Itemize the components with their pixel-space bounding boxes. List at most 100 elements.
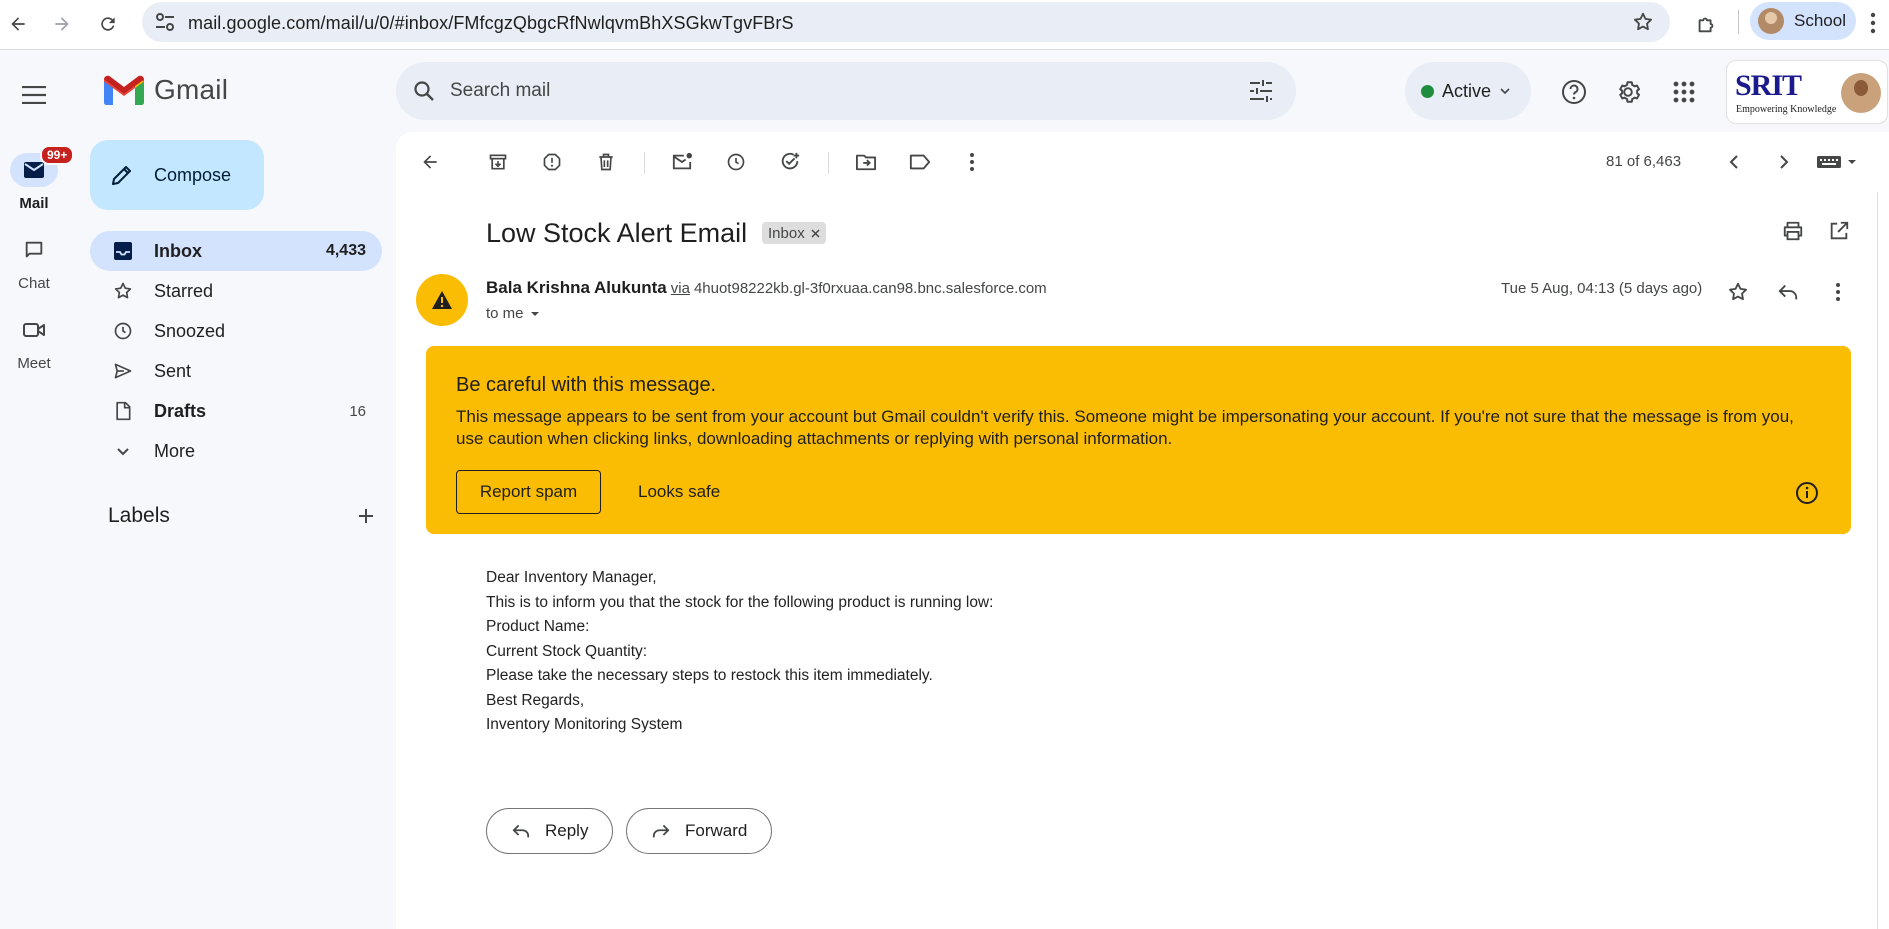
folder-label: Snoozed	[154, 320, 226, 341]
profile-avatar	[1758, 8, 1784, 34]
search-options-icon[interactable]	[1248, 79, 1274, 103]
back-icon[interactable]	[2, 8, 34, 40]
mark-unread-icon[interactable]	[664, 144, 700, 180]
unread-badge: 99+	[40, 145, 75, 165]
chevron-down-icon	[1500, 88, 1510, 95]
folder-more[interactable]: More	[90, 431, 382, 471]
profile-name: School	[1794, 11, 1846, 30]
folder-label: Starred	[154, 280, 214, 301]
body-line: Product Name:	[486, 618, 590, 635]
scrollbar[interactable]	[1877, 192, 1889, 929]
sender-name[interactable]: Bala Krishna Alukunta	[486, 278, 667, 297]
sender-warning-avatar	[416, 274, 468, 326]
older-chevron-right-icon[interactable]	[1766, 144, 1802, 180]
folder-sent[interactable]: Sent	[90, 351, 382, 391]
remove-label-icon[interactable]	[811, 228, 820, 238]
search-icon[interactable]	[412, 79, 436, 103]
add-label-icon[interactable]	[356, 506, 376, 526]
browser-menu-icon[interactable]	[1870, 12, 1876, 34]
back-to-inbox-icon[interactable]	[412, 144, 448, 180]
rail-mail[interactable]: 99+ Mail	[0, 145, 75, 212]
reply-icon[interactable]	[1770, 274, 1806, 310]
message-pane: 81 of 6,463 Low Stock Alert Email Inbox …	[396, 132, 1889, 929]
help-icon[interactable]	[1554, 72, 1594, 112]
app-rail: 99+ Mail Chat Meet	[0, 51, 76, 929]
search-input[interactable]	[450, 76, 1210, 106]
compose-button[interactable]: Compose	[90, 140, 264, 210]
archive-icon[interactable]	[480, 144, 516, 180]
extensions-icon[interactable]	[1690, 8, 1722, 40]
reload-icon[interactable]	[92, 8, 124, 40]
profile-button[interactable]: School	[1750, 2, 1856, 40]
reply-button[interactable]: Reply	[486, 808, 614, 854]
brand-tagline: Empowering Knowledge	[1736, 104, 1837, 115]
delete-icon[interactable]	[588, 144, 624, 180]
mail-icon	[24, 162, 44, 178]
rail-mail-label: Mail	[19, 195, 49, 212]
folder-inbox[interactable]: Inbox 4,433	[90, 231, 382, 271]
apps-grid-icon[interactable]	[1664, 72, 1704, 112]
folder-label: Inbox	[154, 240, 202, 261]
forward-button[interactable]: Forward	[626, 808, 773, 854]
folder-count: 16	[349, 402, 366, 420]
gmail-wordmark: Gmail	[154, 74, 229, 105]
star-icon	[112, 280, 134, 302]
print-icon[interactable]	[1782, 220, 1804, 242]
report-spam-icon[interactable]	[534, 144, 570, 180]
status-button[interactable]: Active	[1405, 62, 1531, 120]
pencil-icon	[112, 166, 131, 185]
draft-icon	[112, 400, 134, 422]
newer-chevron-left-icon[interactable]	[1716, 144, 1752, 180]
security-warning-banner: Be careful with this message. This messa…	[426, 346, 1851, 534]
address-bar[interactable]: mail.google.com/mail/u/0/#inbox/FMfcgzQb…	[142, 2, 1670, 42]
browser-toolbar: mail.google.com/mail/u/0/#inbox/FMfcgzQb…	[0, 0, 1889, 50]
message-more-icon[interactable]	[1820, 274, 1856, 310]
pagination-count: 81 of 6,463	[1606, 153, 1682, 170]
email-subject: Low Stock Alert Email	[486, 218, 748, 248]
report-spam-button[interactable]: Report spam	[456, 470, 601, 514]
warning-title: Be careful with this message.	[456, 374, 717, 396]
chevron-down-icon	[112, 440, 134, 462]
body-line: Best Regards,	[486, 691, 585, 709]
snooze-icon[interactable]	[718, 144, 754, 180]
input-tools-keyboard-icon[interactable]	[1808, 144, 1868, 180]
folder-drafts[interactable]: Drafts 16	[90, 391, 382, 431]
sender-address: 4huot98222kb.gl-3f0rxuaa.can98.bnc.sales…	[693, 280, 1047, 297]
body-line: Current Stock Quantity:	[486, 642, 648, 660]
recipient-text: to me	[486, 305, 524, 322]
account-brand-button[interactable]: SRIT Empowering Knowledge	[1726, 60, 1888, 124]
rail-meet[interactable]: Meet	[0, 313, 68, 372]
forward-label: Forward	[685, 821, 748, 840]
folder-label: Drafts	[154, 400, 207, 421]
via-link[interactable]: via	[671, 280, 690, 297]
star-message-icon[interactable]	[1720, 274, 1756, 310]
rail-chat[interactable]: Chat	[0, 233, 68, 292]
warning-text: This message appears to be sent from you…	[456, 407, 1794, 448]
brand-logo: SRIT	[1735, 69, 1802, 102]
info-icon[interactable]	[1795, 481, 1819, 505]
recipient-details[interactable]: to me	[486, 305, 542, 322]
folder-label: Sent	[154, 360, 192, 381]
move-to-icon[interactable]	[848, 144, 884, 180]
add-to-tasks-icon[interactable]	[772, 144, 808, 180]
status-label: Active	[1442, 80, 1492, 101]
forward-icon[interactable]	[46, 8, 78, 40]
email-body: Dear Inventory Manager, This is to infor…	[486, 566, 993, 738]
rail-meet-label: Meet	[17, 355, 51, 372]
settings-gear-icon[interactable]	[1608, 72, 1648, 112]
message-toolbar: 81 of 6,463	[396, 132, 1889, 192]
sender-line: Bala Krishna Alukunta via 4huot98222kb.gl-…	[486, 278, 1047, 298]
site-settings-icon[interactable]	[152, 11, 178, 33]
looks-safe-button[interactable]: Looks safe	[638, 470, 720, 514]
folder-snoozed[interactable]: Snoozed	[90, 311, 382, 351]
more-actions-icon[interactable]	[954, 144, 990, 180]
search-bar[interactable]	[396, 62, 1296, 120]
folder-starred[interactable]: Starred	[90, 271, 382, 311]
gmail-logo[interactable]: Gmail	[104, 74, 228, 106]
status-dot	[1421, 84, 1434, 98]
folder-list: Inbox 4,433 Starred Snoozed Sent Drafts …	[90, 231, 382, 471]
label-icon[interactable]	[902, 144, 938, 180]
main-menu-icon[interactable]	[14, 75, 54, 115]
open-in-new-window-icon[interactable]	[1828, 220, 1850, 242]
bookmark-star-icon[interactable]	[1632, 11, 1654, 33]
